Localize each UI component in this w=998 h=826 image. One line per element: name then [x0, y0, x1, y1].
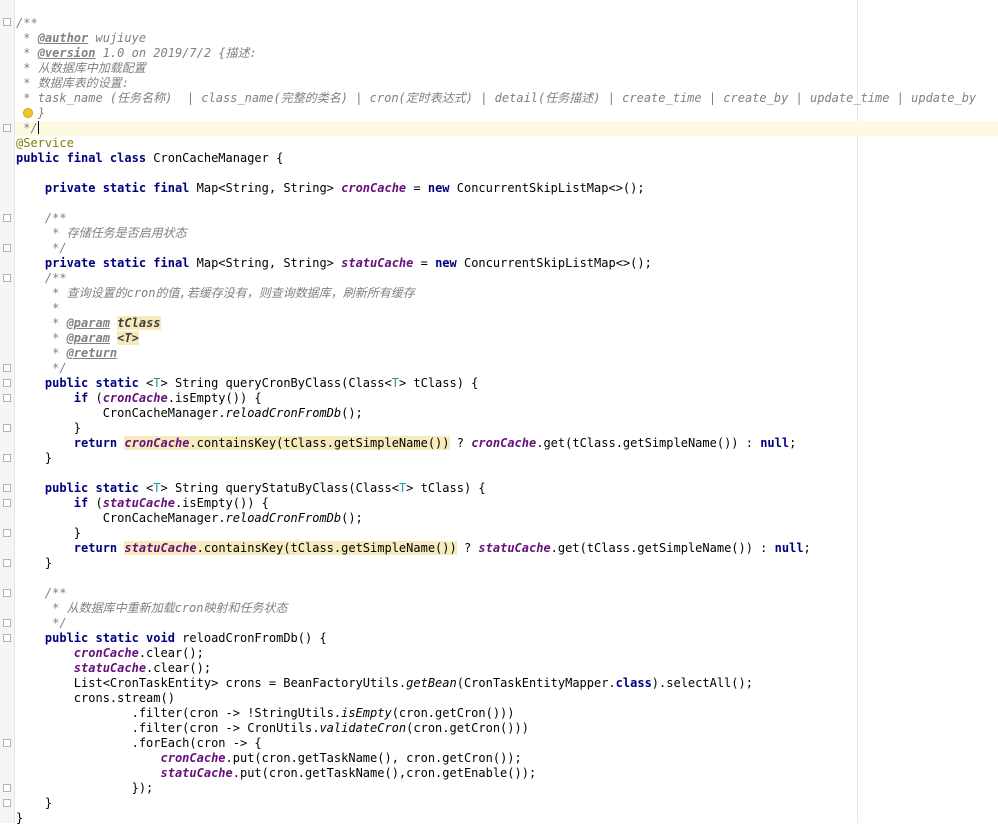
code-line[interactable]: }: [16, 451, 52, 466]
fold-toggle-icon[interactable]: [3, 784, 11, 792]
comment-text: }: [37, 106, 45, 120]
code-line[interactable]: List<CronTaskEntity> crons = BeanFactory…: [16, 676, 753, 691]
code-line[interactable]: private static final Map<String, String>…: [16, 256, 652, 271]
fold-toggle-icon[interactable]: [3, 364, 11, 372]
fold-toggle-icon[interactable]: [3, 484, 11, 492]
code-line[interactable]: .filter(cron -> !StringUtils.isEmpty(cro…: [16, 706, 515, 721]
doc-tag-author: @author: [37, 31, 89, 45]
code-line[interactable]: public static <T> String queryCronByClas…: [16, 376, 479, 391]
code-line[interactable]: * 数据库表的设置:: [16, 76, 129, 91]
comment-text: 1.0 on 2019/7/2 {: [95, 46, 226, 60]
comment-text: wujiuye: [88, 31, 147, 45]
code-line[interactable]: return cronCache.containsKey(tClass.getS…: [16, 436, 796, 451]
fold-toggle-icon[interactable]: [3, 529, 11, 537]
current-line-highlight: [15, 121, 998, 136]
code-line[interactable]: CronCacheManager.reloadCronFromDb();: [16, 406, 363, 421]
fold-toggle-icon[interactable]: [3, 244, 11, 252]
code-line[interactable]: public final class CronCacheManager {: [16, 151, 283, 166]
code-line[interactable]: }: [16, 106, 45, 121]
fold-toggle-icon[interactable]: [3, 394, 11, 402]
code-line[interactable]: CronCacheManager.reloadCronFromDb();: [16, 511, 363, 526]
code-line[interactable]: * 查询设置的cron的值,若缓存没有，则查询数据库，刷新所有缓存: [16, 286, 415, 301]
code-line[interactable]: /**: [16, 211, 67, 226]
fold-toggle-icon[interactable]: [3, 124, 11, 132]
comment-text: 描述:: [225, 46, 257, 60]
code-line[interactable]: crons.stream(): [16, 691, 175, 706]
code-line[interactable]: * @author wujiuye: [16, 31, 146, 46]
fold-toggle-icon[interactable]: [3, 619, 11, 627]
code-line[interactable]: * @param <T>: [16, 331, 139, 346]
code-line[interactable]: statuCache.put(cron.getTaskName(),cron.g…: [16, 766, 537, 781]
code-line[interactable]: }: [16, 421, 81, 436]
code-line[interactable]: * @return: [16, 346, 117, 361]
code-line[interactable]: @Service: [16, 136, 74, 151]
code-line[interactable]: cronCache.clear();: [16, 646, 204, 661]
code-line[interactable]: private static final Map<String, String>…: [16, 181, 645, 196]
fold-toggle-icon[interactable]: [3, 799, 11, 807]
code-line[interactable]: }: [16, 526, 81, 541]
editor-gutter: [0, 0, 15, 823]
code-line[interactable]: if (statuCache.isEmpty()) {: [16, 496, 269, 511]
code-line[interactable]: */: [16, 616, 66, 631]
code-line[interactable]: });: [16, 781, 154, 796]
code-line[interactable]: /**: [16, 16, 38, 31]
code-line[interactable]: }: [16, 811, 23, 826]
code-line[interactable]: * 存储任务是否启用状态: [16, 226, 187, 241]
fold-toggle-icon[interactable]: [3, 18, 11, 26]
annotation: @Service: [16, 136, 74, 150]
code-line[interactable]: * task_name (任务名称) | class_name(完整的类名) |…: [16, 91, 976, 106]
code-line[interactable]: * 从数据库中加载配置: [16, 61, 146, 76]
comment-text: 存储任务是否启用状态: [66, 226, 187, 240]
code-line[interactable]: .forEach(cron -> {: [16, 736, 262, 751]
comment-prefix: *: [16, 31, 38, 45]
comment-prefix: [16, 106, 38, 120]
code-line[interactable]: * 从数据库中重新加载cron映射和任务状态: [16, 601, 287, 616]
fold-toggle-icon[interactable]: [3, 214, 11, 222]
code-line[interactable]: public static <T> String queryStatuByCla…: [16, 481, 486, 496]
code-line[interactable]: public static void reloadCronFromDb() {: [16, 631, 327, 646]
fold-toggle-icon[interactable]: [3, 559, 11, 567]
code-line[interactable]: */: [16, 121, 39, 136]
comment-prefix: *: [16, 61, 38, 75]
code-line[interactable]: */: [16, 241, 66, 256]
code-line[interactable]: if (cronCache.isEmpty()) {: [16, 391, 262, 406]
fold-toggle-icon[interactable]: [3, 634, 11, 642]
comment-text: 从数据库中加载配置: [37, 61, 146, 75]
fold-toggle-icon[interactable]: [3, 499, 11, 507]
code-line[interactable]: * @version 1.0 on 2019/7/2 {描述:: [16, 46, 257, 61]
fold-toggle-icon[interactable]: [3, 454, 11, 462]
code-line[interactable]: return statuCache.containsKey(tClass.get…: [16, 541, 811, 556]
code-editor[interactable]: /** * @author wujiuye * @version 1.0 on …: [0, 0, 998, 826]
code-line[interactable]: * @param tClass: [16, 316, 161, 331]
fold-toggle-icon[interactable]: [3, 379, 11, 387]
comment-text: */: [16, 121, 38, 135]
code-line[interactable]: statuCache.clear();: [16, 661, 211, 676]
fold-toggle-icon[interactable]: [3, 589, 11, 597]
comment-prefix: *: [16, 76, 38, 90]
comment-text: 数据库表的设置:: [37, 76, 129, 90]
fold-toggle-icon[interactable]: [3, 274, 11, 282]
code-line[interactable]: cronCache.put(cron.getTaskName(), cron.g…: [16, 751, 522, 766]
code-line[interactable]: }: [16, 556, 52, 571]
fold-toggle-icon[interactable]: [3, 739, 11, 747]
text-caret: [37, 121, 39, 134]
code-line[interactable]: */: [16, 361, 66, 376]
code-line[interactable]: *: [16, 301, 59, 316]
fold-toggle-icon[interactable]: [3, 424, 11, 432]
comment-text: task_name (任务名称) | class_name(完整的类名) | c…: [37, 91, 977, 105]
code-line[interactable]: }: [16, 796, 52, 811]
comment-prefix: *: [16, 91, 38, 105]
code-line[interactable]: /**: [16, 586, 67, 601]
code-line[interactable]: .filter(cron -> CronUtils.validateCron(c…: [16, 721, 529, 736]
comment-prefix: *: [16, 46, 38, 60]
code-line[interactable]: /**: [16, 271, 67, 286]
doc-tag-version: @version: [37, 46, 96, 60]
